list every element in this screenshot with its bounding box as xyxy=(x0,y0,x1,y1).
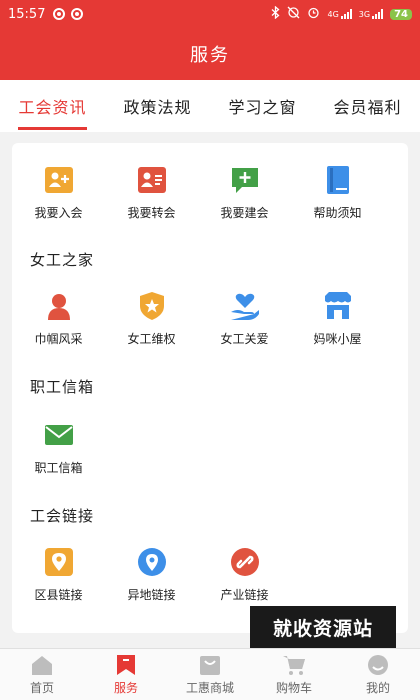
nav-label: 我的 xyxy=(365,680,390,695)
home-icon xyxy=(30,654,54,676)
shop-icon xyxy=(198,654,222,676)
membership-services: 我要入会 我要转会 我要建会 帮助须知 xyxy=(12,165,408,221)
service-build-union[interactable]: 我要建会 xyxy=(198,165,291,221)
nav-home[interactable]: 首页 xyxy=(0,649,84,700)
title-bar: 服务 xyxy=(0,28,420,80)
tab-policy[interactable]: 政策法规 xyxy=(105,80,210,132)
link-services: 区县链接 异地链接 产业链接 xyxy=(12,547,408,603)
bottom-nav: 首页 服务 工惠商城 购物车 我的 xyxy=(0,648,420,700)
bluetooth-icon xyxy=(271,5,280,22)
service-label: 我要建会 xyxy=(220,206,269,220)
signal-3g: 3G xyxy=(358,9,384,19)
service-staff-mailbox[interactable]: 职工信箱 xyxy=(12,420,105,476)
nav-label: 工惠商城 xyxy=(185,680,234,695)
tab-bar: 工会资讯 政策法规 学习之窗 会员福利 xyxy=(0,80,420,132)
cart-icon xyxy=(282,654,306,676)
nav-profile[interactable]: 我的 xyxy=(336,649,420,700)
nav-label: 服务 xyxy=(113,680,138,695)
service-join-union[interactable]: 我要入会 xyxy=(12,165,105,221)
service-label: 产业链接 xyxy=(220,588,269,602)
service-label: 职工信箱 xyxy=(34,461,83,475)
service-mommy-room[interactable]: 妈咪小屋 xyxy=(291,291,384,347)
add-member-icon xyxy=(44,165,74,195)
mail-icon xyxy=(44,420,74,450)
page-title: 服务 xyxy=(190,45,230,66)
profile-icon xyxy=(366,654,390,676)
woman-avatar-icon xyxy=(44,291,74,321)
service-label: 妈咪小屋 xyxy=(313,332,362,346)
notification-icon xyxy=(53,8,66,20)
nav-cart[interactable]: 购物车 xyxy=(252,649,336,700)
net-4g-label: 4G xyxy=(327,10,339,19)
chain-link-icon xyxy=(230,547,260,577)
service-transfer-union[interactable]: 我要转会 xyxy=(105,165,198,221)
section-title-links: 工会链接 xyxy=(30,507,95,525)
help-book-icon xyxy=(323,165,353,195)
nav-label: 购物车 xyxy=(275,680,312,695)
add-chat-icon xyxy=(230,165,260,195)
service-women-showcase[interactable]: 巾帼风采 xyxy=(12,291,105,347)
signal-4g: 4G xyxy=(327,9,352,19)
service-women-care[interactable]: 女工关爱 xyxy=(198,291,291,347)
section-title-mailbox: 职工信箱 xyxy=(30,378,95,396)
section-title-women: 女工之家 xyxy=(30,251,95,269)
service-women-rights[interactable]: 女工维权 xyxy=(105,291,198,347)
services-card: 我要入会 我要转会 我要建会 帮助须知 女工之家 巾帼风采 女工维权 女工关爱 … xyxy=(12,143,408,633)
signal-bars-icon-2 xyxy=(372,9,384,19)
service-label: 巾帼风采 xyxy=(34,332,83,346)
service-label: 我要转会 xyxy=(127,206,176,220)
tab-member-benefits[interactable]: 会员福利 xyxy=(315,80,420,132)
women-services: 巾帼风采 女工维权 女工关爱 妈咪小屋 xyxy=(12,291,408,347)
net-3g-label: 3G xyxy=(358,10,371,19)
nav-label: 首页 xyxy=(29,680,54,695)
tab-learning[interactable]: 学习之窗 xyxy=(210,80,315,132)
service-label: 异地链接 xyxy=(127,588,176,602)
location-icon xyxy=(137,547,167,577)
service-label: 女工维权 xyxy=(127,332,176,346)
battery-indicator: 74 xyxy=(390,8,412,20)
mailbox-services: 职工信箱 xyxy=(12,420,408,476)
caring-hand-icon xyxy=(230,291,260,321)
nav-shop[interactable]: 工惠商城 xyxy=(168,649,252,700)
notification-icon-2 xyxy=(71,8,84,20)
tab-union-news[interactable]: 工会资讯 xyxy=(0,80,105,132)
alarm-icon xyxy=(307,6,320,22)
service-label: 我要入会 xyxy=(34,206,83,220)
watermark-overlay: 就收资源站 xyxy=(250,606,396,648)
status-bar: 15:57 4G 3G 74 xyxy=(0,0,420,28)
service-label: 女工关爱 xyxy=(220,332,269,346)
status-time: 15:57 xyxy=(8,6,46,22)
sync-off-icon xyxy=(287,6,300,22)
service-industry-links[interactable]: 产业链接 xyxy=(198,547,291,603)
shield-star-icon xyxy=(137,291,167,321)
map-pin-icon xyxy=(44,547,74,577)
nav-service[interactable]: 服务 xyxy=(84,649,168,700)
service-remote-links[interactable]: 异地链接 xyxy=(105,547,198,603)
service-label: 帮助须知 xyxy=(313,206,362,220)
service-bookmark-icon xyxy=(114,654,138,676)
service-district-links[interactable]: 区县链接 xyxy=(12,547,105,603)
transfer-card-icon xyxy=(137,165,167,195)
status-right: 4G 3G 74 xyxy=(271,5,412,22)
service-label: 区县链接 xyxy=(34,588,83,602)
signal-bars-icon xyxy=(340,9,352,19)
service-help[interactable]: 帮助须知 xyxy=(291,165,384,221)
store-icon xyxy=(323,291,353,321)
